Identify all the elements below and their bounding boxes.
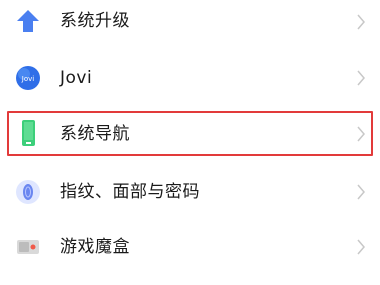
chevron-right-icon [357, 126, 365, 142]
settings-item-label: 系统升级 [60, 11, 130, 31]
phone-navigation-icon [15, 120, 41, 146]
svg-text:Jovi: Jovi [21, 75, 34, 83]
settings-item-jovi[interactable]: Jovi Jovi [0, 54, 380, 102]
settings-item-fingerprint-face-password[interactable]: 指纹、面部与密码 [0, 168, 380, 216]
fingerprint-icon [15, 179, 41, 205]
chevron-right-icon [357, 239, 365, 255]
settings-item-label: 指纹、面部与密码 [60, 182, 200, 202]
chevron-right-icon [357, 184, 365, 200]
game-box-icon [15, 234, 41, 260]
chevron-right-icon [357, 14, 365, 30]
settings-item-label: 系统导航 [60, 124, 130, 144]
settings-item-system-navigation[interactable]: 系统导航 [0, 111, 380, 156]
jovi-icon: Jovi [15, 65, 41, 91]
settings-item-game-box[interactable]: 游戏魔盒 [0, 223, 380, 271]
chevron-right-icon [357, 70, 365, 86]
settings-item-system-upgrade[interactable]: 系统升级 [0, 0, 380, 44]
arrow-up-icon [15, 8, 41, 34]
settings-item-label: Jovi [60, 68, 93, 88]
settings-item-label: 游戏魔盒 [60, 237, 130, 257]
